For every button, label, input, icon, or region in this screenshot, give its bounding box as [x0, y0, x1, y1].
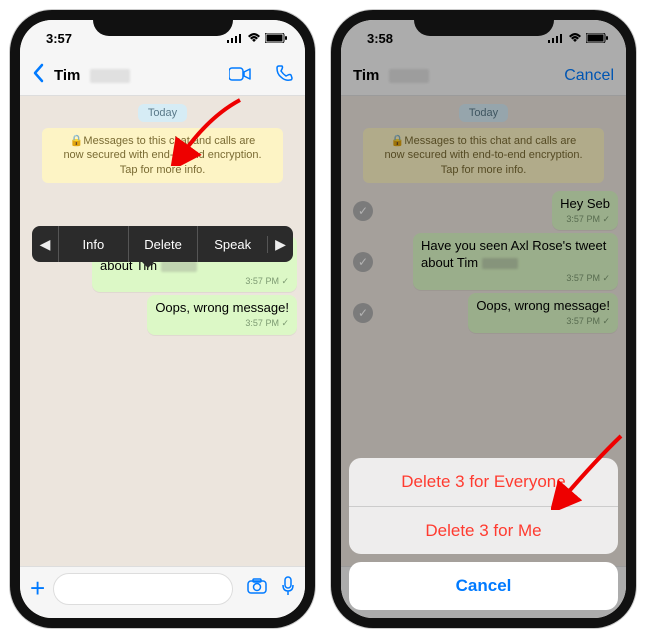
input-toolbar: + — [20, 566, 305, 618]
message-bubble: Hey Seb 3:57 PM ✓ — [552, 191, 618, 231]
message-time: 3:57 PM — [566, 273, 600, 283]
contact-name[interactable]: Tim — [54, 67, 80, 84]
status-indicators — [548, 33, 608, 43]
phone-left: 3:57 Tim Today 🔒Messages to this chat an… — [10, 10, 315, 628]
sheet-group: Delete 3 for Everyone Delete 3 for Me — [349, 458, 618, 554]
delete-for-me-button[interactable]: Delete 3 for Me — [349, 506, 618, 554]
message-blur — [161, 261, 197, 272]
message-bubble: Oops, wrong message! 3:57 PM ✓ — [468, 293, 618, 333]
context-menu: ◀ Info Delete Speak ▶ — [32, 226, 293, 262]
menu-right-arrow[interactable]: ▶ — [267, 236, 293, 253]
menu-left-arrow[interactable]: ◀ — [32, 236, 58, 253]
attach-button[interactable]: + — [30, 573, 45, 604]
message-time: 3:57 PM — [245, 318, 279, 328]
phone-right: 3:58 Tim Cancel Today 🔒Messages to this … — [331, 10, 636, 628]
delete-action-sheet: Delete 3 for Everyone Delete 3 for Me Ca… — [349, 458, 618, 610]
cancel-selection[interactable]: Cancel — [564, 67, 614, 85]
battery-icon — [265, 33, 287, 43]
wifi-icon — [247, 33, 261, 43]
status-time: 3:58 — [367, 31, 393, 46]
menu-delete[interactable]: Delete — [128, 226, 198, 262]
sheet-cancel-button[interactable]: Cancel — [349, 562, 618, 610]
encryption-notice: 🔒Messages to this chat and calls are now… — [363, 128, 604, 183]
message-row: ✓ Oops, wrong message! 3:57 PM ✓ — [349, 293, 618, 333]
notch — [414, 10, 554, 36]
screen-right: 3:58 Tim Cancel Today 🔒Messages to this … — [341, 20, 626, 618]
status-indicators — [227, 33, 287, 43]
wifi-icon — [568, 33, 582, 43]
select-check-icon[interactable]: ✓ — [353, 303, 373, 323]
back-button[interactable] — [32, 62, 44, 90]
message-row: ✓ Have you seen Axl Rose's tweet about T… — [349, 233, 618, 289]
camera-icon[interactable] — [247, 578, 267, 599]
mic-icon[interactable] — [281, 576, 295, 601]
menu-speak[interactable]: Speak — [197, 226, 267, 262]
menu-info[interactable]: Info — [58, 226, 128, 262]
status-time: 3:57 — [46, 31, 72, 46]
date-badge: Today — [138, 104, 187, 122]
battery-icon — [586, 33, 608, 43]
date-badge: Today — [459, 104, 508, 122]
message-bubble[interactable]: Oops, wrong message! 3:57 PM ✓ — [147, 295, 297, 335]
screen-left: 3:57 Tim Today 🔒Messages to this chat an… — [20, 20, 305, 618]
video-call-icon[interactable] — [229, 64, 251, 87]
message-blur — [482, 258, 518, 269]
message-time: 3:57 PM — [566, 316, 600, 326]
notch — [93, 10, 233, 36]
chat-area[interactable]: Today 🔒Messages to this chat and calls a… — [20, 96, 305, 566]
delete-for-everyone-button[interactable]: Delete 3 for Everyone — [349, 458, 618, 506]
message-text: Oops, wrong message! — [155, 300, 289, 315]
message-input[interactable] — [53, 573, 233, 605]
chat-header: Tim — [20, 56, 305, 96]
select-check-icon[interactable]: ✓ — [353, 201, 373, 221]
contact-name-blur — [90, 69, 130, 83]
signal-icon — [227, 33, 243, 43]
voice-call-icon[interactable] — [275, 64, 293, 88]
signal-icon — [548, 33, 564, 43]
encryption-notice[interactable]: 🔒Messages to this chat and calls are now… — [42, 128, 283, 183]
contact-name: Tim — [353, 67, 379, 84]
message-row: ✓ Hey Seb 3:57 PM ✓ — [349, 191, 618, 231]
message-text: Oops, wrong message! — [476, 298, 610, 313]
select-check-icon[interactable]: ✓ — [353, 252, 373, 272]
message-time: 3:57 PM — [566, 214, 600, 224]
message-row[interactable]: Oops, wrong message! 3:57 PM ✓ — [28, 295, 297, 335]
message-bubble: Have you seen Axl Rose's tweet about Tim… — [413, 233, 618, 289]
message-time: 3:57 PM — [245, 276, 279, 286]
message-text: Have you seen Axl Rose's tweet about Tim — [421, 238, 606, 270]
contact-name-blur — [389, 69, 429, 83]
message-text: Hey Seb — [560, 196, 610, 211]
chat-header-select: Tim Cancel — [341, 56, 626, 96]
